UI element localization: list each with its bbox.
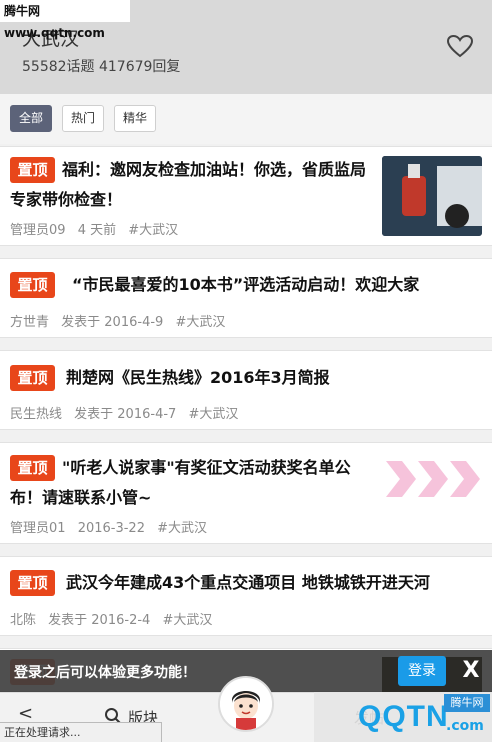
pinned-badge: 置顶 <box>10 157 55 183</box>
avatar[interactable] <box>218 676 274 732</box>
post-meta: 管理员01 2016-3-22 #大武汉 <box>10 517 215 536</box>
qqtn-logo: QQTN 腾牛网 .com <box>314 692 492 742</box>
post-tag[interactable]: #大武汉 <box>162 613 212 628</box>
post-time: 4 天前 <box>77 223 117 238</box>
filter-all-chip[interactable]: 全部 <box>10 105 52 132</box>
post-meta: 北陈 发表于 2016-2-4 #大武汉 <box>10 609 220 628</box>
post-author: 管理员09 <box>10 223 66 238</box>
post-author: 北陈 <box>10 613 37 628</box>
filter-bar: 全部 热门 精华 <box>0 94 492 144</box>
post-meta: 民生热线 发表于 2016-4-7 #大武汉 <box>10 403 246 422</box>
post-item[interactable]: 置顶 荆楚网《民生热线》2016年3月简报 民生热线 发表于 2016-4-7 … <box>0 350 492 430</box>
pinned-badge: 置顶 <box>10 365 55 391</box>
post-tag[interactable]: #大武汉 <box>188 407 238 422</box>
post-time: 发表于 2016-2-4 <box>48 613 151 628</box>
pinned-badge: 置顶 <box>10 272 55 298</box>
post-meta: 管理员09 4 天前 #大武汉 <box>10 219 186 238</box>
post-meta: 方世青 发表于 2016-4-9 #大武汉 <box>10 311 233 330</box>
chevrons-decoration-icon <box>386 461 480 497</box>
post-tag[interactable]: #大武汉 <box>157 521 207 536</box>
login-prompt-text: 登录之后可以体验更多功能！ <box>14 665 196 681</box>
post-time: 发表于 2016-4-7 <box>74 407 177 422</box>
post-item[interactable]: 置顶 武汉今年建成43个重点交通项目 地铁城铁开进天河 北陈 发表于 2016-… <box>0 556 492 636</box>
status-text: 正在处理请求... <box>0 722 162 742</box>
post-time: 发表于 2016-4-9 <box>61 315 164 330</box>
login-button[interactable]: 登录 <box>398 656 446 686</box>
post-author: 民生热线 <box>10 407 63 422</box>
pinned-badge: 置顶 <box>10 455 55 481</box>
heart-icon[interactable] <box>446 34 474 58</box>
post-item[interactable]: 置顶 “市民最喜爱的10本书”评选活动启动！欢迎大家 方世青 发表于 2016-… <box>0 258 492 338</box>
back-icon[interactable]: < <box>18 703 33 724</box>
post-thumbnail-image[interactable] <box>382 156 482 236</box>
logo-text: QQTN <box>358 700 449 733</box>
watermark: 腾牛网 www.qqtn.com <box>0 0 130 40</box>
post-item[interactable]: 置顶 "听老人说家事"有奖征文活动获奖名单公 布！请速联系小管~ 管理员01 2… <box>0 442 492 544</box>
logo-subtitle: 腾牛网 <box>444 694 490 712</box>
post-title: 福利：邀网友检查加油站！你选，省质监局 专家带你检查！ <box>10 160 367 209</box>
post-title: 荆楚网《民生热线》2016年3月简报 <box>66 368 330 387</box>
post-title: “市民最喜爱的10本书”评选活动启动！欢迎大家 <box>72 275 420 294</box>
forum-stats: 55582话题 417679回复 <box>22 59 181 75</box>
filter-featured-chip[interactable]: 精华 <box>114 105 156 132</box>
post-tag[interactable]: #大武汉 <box>128 223 178 238</box>
post-author: 管理员01 <box>10 521 66 536</box>
filter-hot-chip[interactable]: 热门 <box>62 105 104 132</box>
post-author: 方世青 <box>10 315 50 330</box>
close-icon[interactable]: X <box>457 656 485 686</box>
post-title: 武汉今年建成43个重点交通项目 地铁城铁开进天河 <box>66 573 430 592</box>
post-title: "听老人说家事"有奖征文活动获奖名单公 布！请速联系小管~ <box>10 458 351 507</box>
post-item[interactable]: 置顶 福利：邀网友检查加油站！你选，省质监局 专家带你检查！ 管理员09 4 天… <box>0 146 492 246</box>
pinned-badge: 置顶 <box>10 570 55 596</box>
post-tag[interactable]: #大武汉 <box>175 315 225 330</box>
logo-suffix: .com <box>446 718 484 734</box>
post-time: 2016-3-22 <box>77 521 145 536</box>
